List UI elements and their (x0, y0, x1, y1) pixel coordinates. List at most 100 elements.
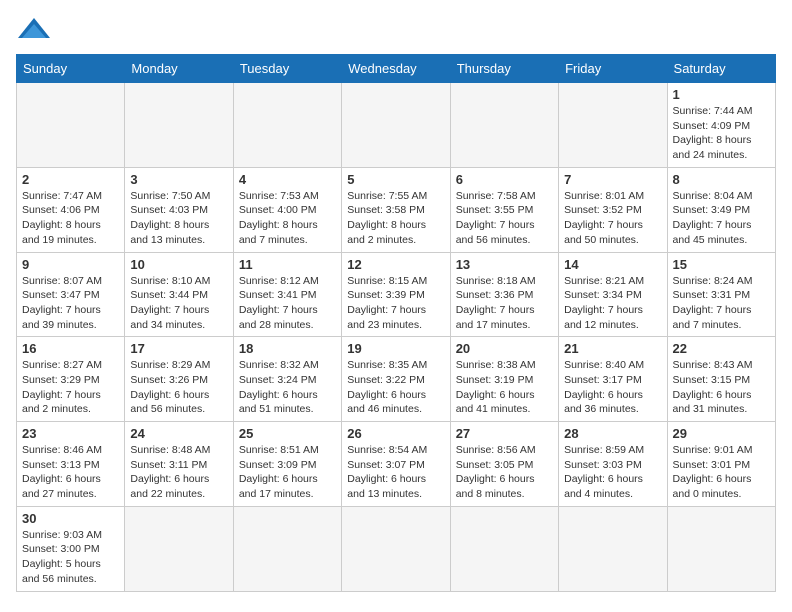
calendar-cell: 19 Sunrise: 8:35 AM Sunset: 3:22 PM Dayli… (342, 337, 450, 422)
calendar: SundayMondayTuesdayWednesdayThursdayFrid… (16, 54, 776, 592)
calendar-cell: 10Sunrise: 8:10 AM Sunset: 3:44 PM Dayli… (125, 252, 233, 337)
calendar-cell (125, 83, 233, 168)
calendar-week-3: 9 Sunrise: 8:07 AM Sunset: 3:47 PM Daylig… (17, 252, 776, 337)
day-info: Sunrise: 8:59 AM Sunset: 3:03 PM Dayligh… (564, 443, 661, 502)
calendar-header-monday: Monday (125, 55, 233, 83)
day-info: Sunrise: 7:44 AM Sunset: 4:09 PM Dayligh… (673, 104, 770, 163)
day-number: 19 (347, 341, 444, 356)
calendar-cell: 15Sunrise: 8:24 AM Sunset: 3:31 PM Dayli… (667, 252, 775, 337)
day-number: 17 (130, 341, 227, 356)
calendar-week-6: 30 Sunrise: 9:03 AM Sunset: 3:00 PM Dayli… (17, 506, 776, 591)
day-info: Sunrise: 8:40 AM Sunset: 3:17 PM Dayligh… (564, 358, 661, 417)
day-info: Sunrise: 8:18 AM Sunset: 3:36 PM Dayligh… (456, 274, 553, 333)
calendar-week-5: 23Sunrise: 8:46 AM Sunset: 3:13 PM Dayli… (17, 422, 776, 507)
calendar-cell (667, 506, 775, 591)
calendar-week-2: 2 Sunrise: 7:47 AM Sunset: 4:06 PM Daylig… (17, 167, 776, 252)
calendar-cell: 1 Sunrise: 7:44 AM Sunset: 4:09 PM Daylig… (667, 83, 775, 168)
calendar-header-sunday: Sunday (17, 55, 125, 83)
day-info: Sunrise: 8:51 AM Sunset: 3:09 PM Dayligh… (239, 443, 336, 502)
calendar-header-saturday: Saturday (667, 55, 775, 83)
page-header (16, 16, 776, 44)
day-info: Sunrise: 7:58 AM Sunset: 3:55 PM Dayligh… (456, 189, 553, 248)
logo (16, 16, 56, 44)
calendar-cell (450, 506, 558, 591)
calendar-cell: 21 Sunrise: 8:40 AM Sunset: 3:17 PM Dayli… (559, 337, 667, 422)
day-number: 30 (22, 511, 119, 526)
day-number: 11 (239, 257, 336, 272)
calendar-week-4: 16 Sunrise: 8:27 AM Sunset: 3:29 PM Dayli… (17, 337, 776, 422)
day-info: Sunrise: 8:12 AM Sunset: 3:41 PM Dayligh… (239, 274, 336, 333)
calendar-cell (125, 506, 233, 591)
calendar-cell: 11 Sunrise: 8:12 AM Sunset: 3:41 PM Dayli… (233, 252, 341, 337)
calendar-cell: 23Sunrise: 8:46 AM Sunset: 3:13 PM Dayli… (17, 422, 125, 507)
calendar-cell: 12Sunrise: 8:15 AM Sunset: 3:39 PM Dayli… (342, 252, 450, 337)
calendar-header-wednesday: Wednesday (342, 55, 450, 83)
day-info: Sunrise: 9:03 AM Sunset: 3:00 PM Dayligh… (22, 528, 119, 587)
day-number: 21 (564, 341, 661, 356)
day-info: Sunrise: 8:21 AM Sunset: 3:34 PM Dayligh… (564, 274, 661, 333)
calendar-cell: 9 Sunrise: 8:07 AM Sunset: 3:47 PM Daylig… (17, 252, 125, 337)
logo-icon (16, 16, 52, 44)
day-info: Sunrise: 8:07 AM Sunset: 3:47 PM Dayligh… (22, 274, 119, 333)
calendar-cell: 25 Sunrise: 8:51 AM Sunset: 3:09 PM Dayli… (233, 422, 341, 507)
day-number: 3 (130, 172, 227, 187)
day-number: 25 (239, 426, 336, 441)
day-number: 7 (564, 172, 661, 187)
calendar-cell: 4 Sunrise: 7:53 AM Sunset: 4:00 PM Daylig… (233, 167, 341, 252)
calendar-cell: 30 Sunrise: 9:03 AM Sunset: 3:00 PM Dayli… (17, 506, 125, 591)
day-info: Sunrise: 8:32 AM Sunset: 3:24 PM Dayligh… (239, 358, 336, 417)
day-number: 20 (456, 341, 553, 356)
day-info: Sunrise: 8:48 AM Sunset: 3:11 PM Dayligh… (130, 443, 227, 502)
day-info: Sunrise: 8:38 AM Sunset: 3:19 PM Dayligh… (456, 358, 553, 417)
day-number: 8 (673, 172, 770, 187)
day-number: 24 (130, 426, 227, 441)
day-info: Sunrise: 8:43 AM Sunset: 3:15 PM Dayligh… (673, 358, 770, 417)
day-number: 9 (22, 257, 119, 272)
day-number: 2 (22, 172, 119, 187)
day-number: 22 (673, 341, 770, 356)
day-number: 6 (456, 172, 553, 187)
calendar-cell (233, 506, 341, 591)
day-info: Sunrise: 8:35 AM Sunset: 3:22 PM Dayligh… (347, 358, 444, 417)
calendar-header-friday: Friday (559, 55, 667, 83)
day-info: Sunrise: 7:53 AM Sunset: 4:00 PM Dayligh… (239, 189, 336, 248)
day-number: 28 (564, 426, 661, 441)
calendar-cell: 24 Sunrise: 8:48 AM Sunset: 3:11 PM Dayli… (125, 422, 233, 507)
calendar-cell: 20 Sunrise: 8:38 AM Sunset: 3:19 PM Dayli… (450, 337, 558, 422)
day-number: 13 (456, 257, 553, 272)
day-info: Sunrise: 8:56 AM Sunset: 3:05 PM Dayligh… (456, 443, 553, 502)
calendar-header-row: SundayMondayTuesdayWednesdayThursdayFrid… (17, 55, 776, 83)
day-info: Sunrise: 8:29 AM Sunset: 3:26 PM Dayligh… (130, 358, 227, 417)
day-number: 23 (22, 426, 119, 441)
day-number: 12 (347, 257, 444, 272)
calendar-cell: 8Sunrise: 8:04 AM Sunset: 3:49 PM Daylig… (667, 167, 775, 252)
calendar-cell: 28 Sunrise: 8:59 AM Sunset: 3:03 PM Dayli… (559, 422, 667, 507)
calendar-cell (559, 83, 667, 168)
day-info: Sunrise: 8:27 AM Sunset: 3:29 PM Dayligh… (22, 358, 119, 417)
day-number: 18 (239, 341, 336, 356)
day-number: 14 (564, 257, 661, 272)
calendar-cell: 29Sunrise: 9:01 AM Sunset: 3:01 PM Dayli… (667, 422, 775, 507)
calendar-cell: 27 Sunrise: 8:56 AM Sunset: 3:05 PM Dayli… (450, 422, 558, 507)
calendar-cell: 7 Sunrise: 8:01 AM Sunset: 3:52 PM Daylig… (559, 167, 667, 252)
calendar-cell: 6 Sunrise: 7:58 AM Sunset: 3:55 PM Daylig… (450, 167, 558, 252)
calendar-cell: 5Sunrise: 7:55 AM Sunset: 3:58 PM Daylig… (342, 167, 450, 252)
day-number: 1 (673, 87, 770, 102)
calendar-cell (17, 83, 125, 168)
day-info: Sunrise: 8:10 AM Sunset: 3:44 PM Dayligh… (130, 274, 227, 333)
calendar-cell (342, 83, 450, 168)
day-number: 16 (22, 341, 119, 356)
calendar-cell: 26Sunrise: 8:54 AM Sunset: 3:07 PM Dayli… (342, 422, 450, 507)
day-info: Sunrise: 8:54 AM Sunset: 3:07 PM Dayligh… (347, 443, 444, 502)
day-number: 4 (239, 172, 336, 187)
calendar-week-1: 1 Sunrise: 7:44 AM Sunset: 4:09 PM Daylig… (17, 83, 776, 168)
calendar-cell: 14 Sunrise: 8:21 AM Sunset: 3:34 PM Dayli… (559, 252, 667, 337)
day-number: 29 (673, 426, 770, 441)
calendar-cell (342, 506, 450, 591)
day-info: Sunrise: 7:47 AM Sunset: 4:06 PM Dayligh… (22, 189, 119, 248)
calendar-cell (559, 506, 667, 591)
day-number: 27 (456, 426, 553, 441)
day-info: Sunrise: 8:01 AM Sunset: 3:52 PM Dayligh… (564, 189, 661, 248)
calendar-cell: 16 Sunrise: 8:27 AM Sunset: 3:29 PM Dayli… (17, 337, 125, 422)
calendar-cell (450, 83, 558, 168)
